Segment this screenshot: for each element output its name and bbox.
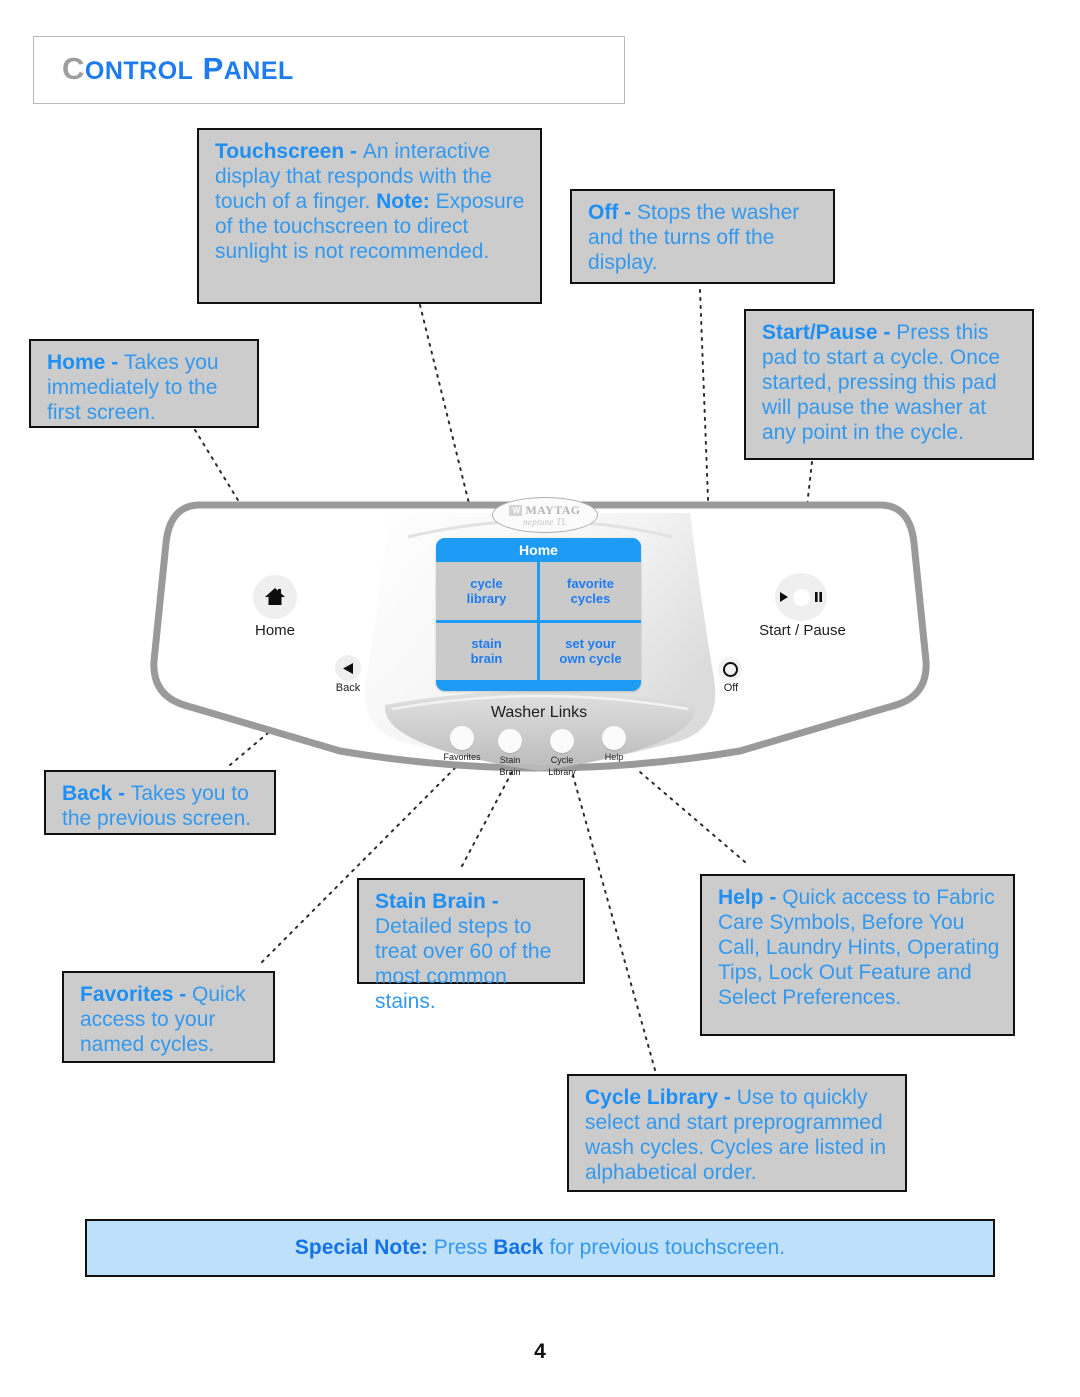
pause-icon	[815, 592, 822, 602]
washer-link-favorites[interactable]: Favorites	[440, 726, 484, 764]
callout-back-dash: -	[112, 782, 131, 805]
triangle-left-icon	[342, 662, 353, 674]
stain-brain-line2: brain	[470, 651, 503, 667]
callout-off: Off - Stops the washer and the turns off…	[570, 189, 835, 284]
touchscreen-button-stain-brain[interactable]: stain brain	[436, 622, 537, 680]
home-pad-button[interactable]	[253, 575, 297, 619]
callout-favorites-dash: -	[173, 983, 193, 1006]
callout-help-dash: -	[763, 886, 783, 909]
touchscreen-title: Home	[436, 538, 641, 562]
maytag-brand-name: MAYTAG	[525, 503, 581, 517]
callout-stain-brain-term: Stain Brain	[375, 890, 486, 913]
set-own-cycle-line2: own cycle	[559, 651, 622, 667]
callout-home: Home - Takes you immediately to the firs…	[29, 339, 259, 428]
off-pad-button[interactable]	[718, 657, 742, 681]
cycle-library-button-label-line2: Library	[548, 767, 576, 777]
callout-touchscreen-term: Touchscreen	[215, 140, 345, 163]
start-pause-center-hole	[793, 588, 810, 606]
back-pad-label: Back	[335, 682, 361, 694]
callout-help: Help - Quick access to Fabric Care Symbo…	[700, 874, 1015, 1036]
special-note-text-before: Press	[427, 1236, 494, 1259]
callout-touchscreen: Touchscreen - An interactive display tha…	[197, 128, 542, 304]
special-note-box: Special Note: Press Back for previous to…	[85, 1219, 995, 1277]
page-number: 4	[534, 1340, 546, 1363]
callout-help-term: Help	[718, 886, 764, 909]
touchscreen-menu-grid: cycle library favorite cycles stain brai…	[436, 562, 641, 680]
manual-page: CONTROL PANEL Touchscreen - An interacti…	[0, 0, 1080, 1397]
callout-start-pause-term: Start/Pause	[762, 321, 878, 344]
callout-touchscreen-dash: -	[344, 140, 363, 163]
house-icon	[265, 588, 285, 605]
callout-home-dash: -	[105, 351, 125, 374]
page-title: CONTROL PANEL	[62, 51, 294, 87]
washer-links-buttons: Favorites Stain Brain Cycle Library Help	[440, 726, 640, 777]
help-button-label-line1: Help	[604, 752, 624, 762]
callout-start-pause: Start/Pause - Press this pad to start a …	[744, 309, 1034, 460]
play-icon	[780, 592, 788, 602]
brand-badge: W MAYTAG neptune TL	[492, 497, 598, 533]
favorite-cycles-line2: cycles	[570, 590, 611, 606]
favorites-button-dot	[450, 726, 474, 750]
callout-cycle-library-term: Cycle Library	[585, 1086, 719, 1109]
off-pad-label: Off	[723, 682, 739, 694]
special-note-label: Special Note:	[294, 1236, 428, 1259]
stain-brain-button-label-line1: Stain	[499, 755, 521, 765]
start-pause-pad-button[interactable]	[775, 573, 827, 621]
special-note-emphasis: Back	[493, 1236, 544, 1259]
washer-link-cycle-library[interactable]: Cycle Library	[540, 729, 584, 777]
callout-cycle-library-dash: -	[718, 1086, 737, 1109]
maytag-logo-mark: W	[509, 505, 523, 516]
favorites-button-label-line1: Favorites	[443, 752, 481, 762]
washer-link-stain-brain[interactable]: Stain Brain	[488, 729, 532, 777]
callout-off-dash: -	[618, 201, 637, 224]
page-title-control-rest: ONTROL	[84, 57, 194, 85]
start-pause-pad-label: Start / Pause	[759, 622, 846, 639]
stain-brain-button-dot	[498, 729, 522, 753]
page-title-initial-c: C	[62, 51, 85, 86]
page-title-box: CONTROL PANEL	[33, 36, 625, 104]
special-note-text-after: for previous touchscreen.	[543, 1236, 786, 1259]
set-own-cycle-line1: set your	[565, 636, 616, 652]
page-title-initial-p: P	[202, 51, 224, 86]
cycle-library-button-dot	[550, 729, 574, 753]
callout-off-term: Off	[588, 201, 619, 224]
stain-brain-button-label-line2: Brain	[499, 767, 521, 777]
help-button-dot	[602, 726, 626, 750]
touchscreen-display[interactable]: Home cycle library favorite cycles stain…	[436, 538, 641, 691]
callout-cycle-library: Cycle Library - Use to quickly select an…	[567, 1074, 907, 1192]
cycle-library-line1: cycle	[470, 575, 503, 591]
callout-home-term: Home	[47, 351, 106, 374]
touchscreen-button-favorite-cycles[interactable]: favorite cycles	[540, 562, 641, 620]
washer-links-title: Washer Links	[490, 704, 588, 721]
cycle-library-line2: library	[466, 590, 507, 606]
callout-favorites-term: Favorites	[80, 983, 174, 1006]
callout-start-pause-dash: -	[877, 321, 897, 344]
maytag-model-name: neptune TL	[523, 517, 567, 527]
cycle-library-button-label-line1: Cycle	[550, 755, 574, 765]
home-pad-label: Home	[254, 622, 295, 639]
callout-back-term: Back	[62, 782, 113, 805]
callout-touchscreen-note-term: Note:	[376, 190, 430, 213]
callout-stain-brain: Stain Brain - Detailed steps to treat ov…	[357, 878, 585, 1013]
callout-stain-brain-dash: -	[485, 890, 499, 913]
power-icon	[722, 661, 738, 677]
page-title-panel-rest: ANEL	[223, 57, 294, 85]
stain-brain-line1: stain	[471, 636, 502, 652]
washer-link-help[interactable]: Help	[592, 726, 636, 764]
callout-stain-brain-body: Detailed steps to treat over 60 of the m…	[375, 915, 552, 1013]
back-pad-button[interactable]	[335, 655, 361, 681]
touchscreen-button-set-your-own-cycle[interactable]: set your own cycle	[540, 622, 641, 680]
touchscreen-button-cycle-library[interactable]: cycle library	[436, 562, 537, 620]
callout-favorites: Favorites - Quick access to your named c…	[62, 971, 275, 1063]
favorite-cycles-line1: favorite	[567, 575, 614, 591]
